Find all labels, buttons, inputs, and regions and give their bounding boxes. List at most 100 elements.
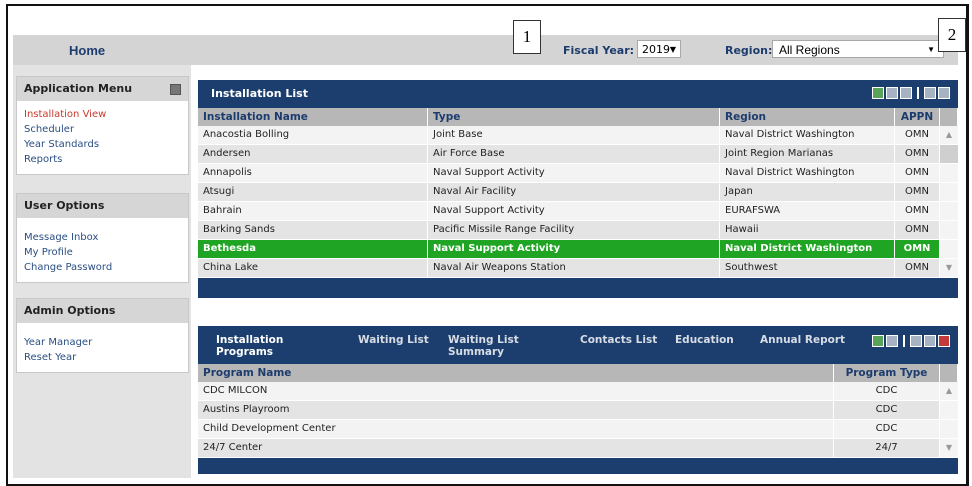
- menu-item-message-inbox[interactable]: Message Inbox: [24, 230, 181, 245]
- column-type[interactable]: Type: [428, 108, 720, 126]
- table-cell: Austins Playroom: [198, 401, 834, 419]
- column-installation-name[interactable]: Installation Name: [198, 108, 428, 126]
- table-cell: OMN: [895, 145, 940, 163]
- menu-item-installation-view[interactable]: Installation View: [24, 107, 181, 122]
- toolbar-separator: [917, 87, 919, 99]
- table-cell: Barking Sands: [198, 221, 428, 239]
- tab-education[interactable]: Education: [675, 334, 734, 346]
- table-cell: Naval District Washington: [720, 240, 895, 258]
- scrollbar-track[interactable]: [940, 183, 958, 201]
- collapse-icon[interactable]: [170, 84, 181, 95]
- programs-panel: Installation Programs Waiting List Waiti…: [198, 326, 958, 474]
- tab-annual-report[interactable]: Annual Report: [760, 334, 845, 346]
- tab-contacts-list[interactable]: Contacts List: [580, 334, 657, 346]
- menu-item-year-standards[interactable]: Year Standards: [24, 137, 181, 152]
- table-row[interactable]: Austins Playroom CDC: [198, 401, 958, 420]
- installation-list-panel: Installation List Installation Name Type…: [198, 80, 958, 298]
- table-cell: OMN: [895, 202, 940, 220]
- tab-waiting-list-summary[interactable]: Waiting List Summary: [448, 334, 519, 358]
- print-icon[interactable]: [886, 335, 898, 347]
- tab-installation-programs[interactable]: Installation Programs: [216, 334, 283, 358]
- table-row[interactable]: China Lake Naval Air Weapons Station South…: [198, 259, 958, 278]
- column-region[interactable]: Region: [720, 108, 895, 126]
- column-appn[interactable]: APPN: [895, 108, 940, 126]
- tab-label: Waiting List: [358, 334, 429, 346]
- region-value: All Regions: [779, 43, 840, 57]
- table-row[interactable]: Child Development Center CDC: [198, 420, 958, 439]
- scrollbar-track[interactable]: [940, 145, 958, 163]
- tab-waiting-list[interactable]: Waiting List: [358, 334, 429, 346]
- table-cell: OMN: [895, 183, 940, 201]
- table-row[interactable]: Bahrain Naval Support Activity EURAFSWA OMN: [198, 202, 958, 221]
- print-icon[interactable]: [886, 87, 898, 99]
- table-cell: Naval Air Facility: [428, 183, 720, 201]
- scroll-up-icon[interactable]: ▲: [940, 126, 958, 144]
- toolbar-separator: [903, 335, 905, 347]
- table-cell: CDC MILCON: [198, 382, 834, 400]
- restore-icon[interactable]: [924, 87, 936, 99]
- scroll-down-icon[interactable]: ▼: [940, 259, 958, 277]
- pdf-export-icon[interactable]: [900, 87, 912, 99]
- excel-export-icon[interactable]: [872, 87, 884, 99]
- menu-item-scheduler[interactable]: Scheduler: [24, 122, 181, 137]
- menu-item-reset-year[interactable]: Reset Year: [24, 350, 181, 365]
- installation-table-header: Installation Name Type Region APPN: [198, 108, 958, 126]
- table-cell: Atsugi: [198, 183, 428, 201]
- scrollbar-track[interactable]: [940, 164, 958, 182]
- scroll-up-icon[interactable]: ▲: [940, 382, 958, 400]
- table-cell: Joint Base: [428, 126, 720, 144]
- table-cell: OMN: [895, 259, 940, 277]
- column-program-type[interactable]: Program Type: [834, 364, 940, 382]
- table-row[interactable]: Atsugi Naval Air Facility Japan OMN: [198, 183, 958, 202]
- table-cell: Naval Air Weapons Station: [428, 259, 720, 277]
- table-cell: Annapolis: [198, 164, 428, 182]
- installation-table-body: Anacostia Bolling Joint Base Naval Distric…: [198, 126, 958, 278]
- installation-list-title: Installation List: [211, 87, 308, 100]
- table-cell: Naval District Washington: [720, 164, 895, 182]
- scrollbar-track[interactable]: [940, 202, 958, 220]
- programs-tab-bar: Installation Programs Waiting List Waiti…: [198, 326, 958, 364]
- table-cell: Naval Support Activity: [428, 164, 720, 182]
- table-cell: Pacific Missile Range Facility: [428, 221, 720, 239]
- application-menu-title: Application Menu: [24, 82, 133, 95]
- table-cell: OMN: [895, 240, 940, 258]
- table-row[interactable]: Bethesda Naval Support Activity Naval Dist…: [198, 240, 958, 259]
- table-row[interactable]: 24/7 Center 24/7 ▼: [198, 439, 958, 458]
- table-cell: CDC: [834, 401, 940, 419]
- admin-options: Admin Options Year Manager Reset Year: [16, 298, 189, 373]
- menu-item-year-manager[interactable]: Year Manager: [24, 335, 181, 350]
- table-row[interactable]: Anacostia Bolling Joint Base Naval Distric…: [198, 126, 958, 145]
- scrollbar-track[interactable]: [940, 221, 958, 239]
- scrollbar-track[interactable]: [940, 401, 958, 419]
- tab-label: Programs: [216, 346, 274, 358]
- table-row[interactable]: CDC MILCON CDC ▲: [198, 382, 958, 401]
- scrollbar-track[interactable]: [940, 420, 958, 438]
- menu-item-change-password[interactable]: Change Password: [24, 260, 181, 275]
- table-row[interactable]: Annapolis Naval Support Activity Naval Dis…: [198, 164, 958, 183]
- restore-icon[interactable]: [910, 335, 922, 347]
- menu-item-my-profile[interactable]: My Profile: [24, 245, 181, 260]
- installation-list-footer: [198, 278, 958, 298]
- excel-export-icon[interactable]: [872, 335, 884, 347]
- table-cell: 24/7: [834, 439, 940, 457]
- annotation-marker-2: 2: [938, 18, 966, 52]
- user-options-header: User Options: [17, 194, 188, 218]
- scroll-down-icon[interactable]: ▼: [940, 439, 958, 457]
- home-link[interactable]: Home: [69, 43, 105, 58]
- table-cell: CDC: [834, 382, 940, 400]
- region-label: Region:: [725, 44, 773, 57]
- fiscal-year-label: Fiscal Year:: [563, 44, 635, 57]
- tab-label: Summary: [448, 346, 505, 358]
- menu-item-reports[interactable]: Reports: [24, 152, 181, 167]
- table-row[interactable]: Barking Sands Pacific Missile Range Facil…: [198, 221, 958, 240]
- fiscal-year-select[interactable]: 2019 ▼: [637, 40, 681, 58]
- column-program-name[interactable]: Program Name: [198, 364, 834, 382]
- minimize-icon[interactable]: [924, 335, 936, 347]
- table-cell: CDC: [834, 420, 940, 438]
- region-select[interactable]: All Regions ▼: [772, 40, 944, 58]
- close-icon[interactable]: [938, 335, 950, 347]
- tab-label: Annual Report: [760, 334, 846, 346]
- scrollbar-track[interactable]: [940, 240, 958, 258]
- table-row[interactable]: Andersen Air Force Base Joint Region Maria…: [198, 145, 958, 164]
- minimize-icon[interactable]: [938, 87, 950, 99]
